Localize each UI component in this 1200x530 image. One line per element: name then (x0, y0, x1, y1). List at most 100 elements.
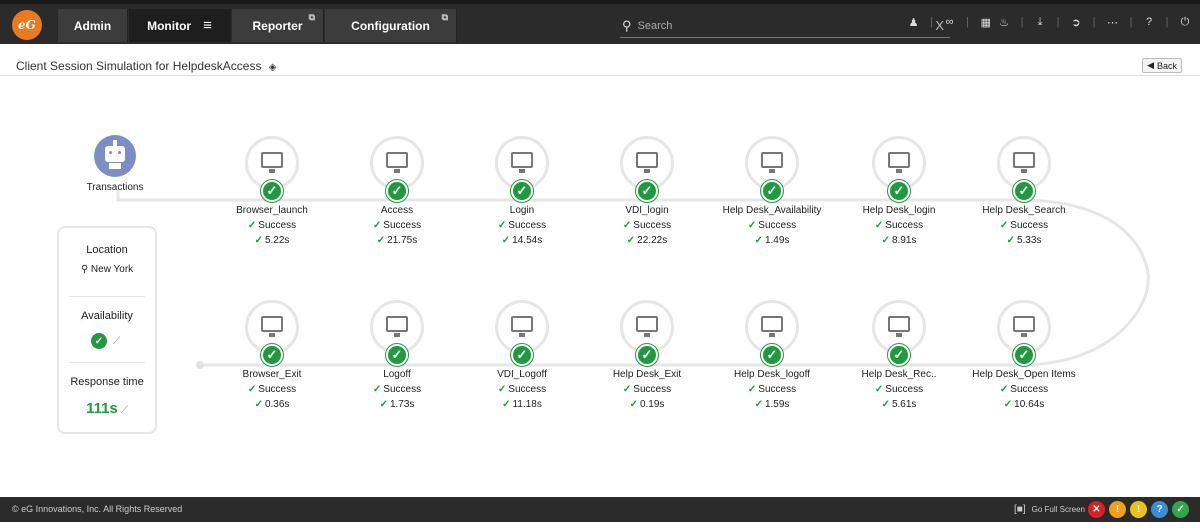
step-status: ✓ Success (747, 384, 797, 395)
step-status: ✓ Success (372, 220, 422, 231)
step-time: ✓ 22.22s (626, 235, 668, 246)
check-icon: ✓ (1003, 399, 1013, 410)
step-time: ✓ 1.59s (754, 399, 790, 410)
success-check-icon: ✓ (636, 344, 658, 366)
map-pin-icon: ⚲ (80, 264, 89, 275)
step-name: Browser_Exit (242, 369, 302, 380)
summary-card: Location ⚲ New York Availability ✓ ⟋ Res… (57, 226, 157, 434)
monitor-icon (636, 316, 658, 337)
step-status: ✓ Success (874, 384, 924, 395)
success-check-icon: ✓ (91, 333, 107, 349)
normal-alert-icon[interactable]: ✓ (1172, 501, 1189, 518)
flow-end-dot (196, 361, 204, 369)
success-check-icon: ✓ (636, 180, 658, 202)
check-icon: ✓ (747, 384, 757, 395)
success-check-icon: ✓ (261, 180, 283, 202)
check-icon: ✓ (874, 220, 884, 231)
alert-indicators: ✕ ! ! ? ✓ (1088, 501, 1189, 518)
step-time: ✓ 0.36s (254, 399, 290, 410)
check-icon: ✓ (379, 399, 388, 410)
check-icon: ✓ (247, 220, 257, 231)
step-time: ✓ 1.73s (379, 399, 415, 410)
check-icon: ✓ (1006, 235, 1015, 246)
step-time: ✓ 5.22s (254, 235, 290, 246)
transactions-label: Transactions (86, 182, 144, 193)
success-check-icon: ✓ (761, 180, 783, 202)
response-time-label: Response time (70, 376, 144, 388)
location-value: ⚲ New York (80, 264, 134, 275)
step-status: ✓ Success (999, 384, 1049, 395)
step-status: ✓ Success (497, 384, 547, 395)
success-check-icon: ✓ (1013, 344, 1035, 366)
check-icon: ✓ (497, 220, 507, 231)
step-name: Login (509, 205, 535, 216)
success-check-icon: ✓ (386, 180, 408, 202)
trend-chart-icon[interactable]: ⟋ (121, 405, 128, 416)
step-name: Help Desk_logoff (734, 369, 810, 380)
step-status: ✓ Success (622, 220, 672, 231)
divider (69, 362, 145, 363)
monitor-icon (511, 152, 533, 173)
check-icon: ✓ (372, 220, 382, 231)
check-icon: ✓ (254, 235, 263, 246)
check-icon: ✓ (754, 235, 763, 246)
success-check-icon: ✓ (511, 344, 533, 366)
success-check-icon: ✓ (761, 344, 783, 366)
footer: © eG Innovations, Inc. All Rights Reserv… (0, 497, 1200, 522)
check-icon: ✓ (629, 399, 638, 410)
monitor-icon (761, 152, 783, 173)
critical-alert-icon[interactable]: ✕ (1088, 501, 1105, 518)
check-icon: ✓ (501, 235, 511, 246)
step-status: ✓ Success (497, 220, 547, 231)
availability-label: Availability (81, 310, 133, 322)
check-icon: ✓ (372, 384, 382, 395)
step-time: ✓ 1.49s (754, 235, 790, 246)
major-alert-icon[interactable]: ! (1109, 501, 1126, 518)
step-name: Help Desk_Search (982, 205, 1066, 216)
response-time-value: 111s ⟋ (86, 400, 128, 417)
check-icon: ✓ (247, 384, 257, 395)
minor-alert-icon[interactable]: ! (1130, 501, 1147, 518)
divider (69, 296, 145, 297)
monitor-icon (511, 316, 533, 337)
success-check-icon: ✓ (511, 180, 533, 202)
step-name: Browser_launch (236, 205, 308, 216)
step-time: ✓ 5.61s (881, 399, 917, 410)
step-name: Logoff (383, 369, 411, 380)
check-icon: ✓ (881, 399, 890, 410)
monitor-icon (261, 152, 283, 173)
trend-chart-icon[interactable]: ⟋ (113, 336, 120, 347)
check-icon: ✓ (754, 399, 763, 410)
check-icon: ✓ (502, 399, 511, 410)
step-name: Help Desk_Availability (722, 205, 822, 216)
monitor-icon (888, 316, 910, 337)
monitor-icon (386, 316, 408, 337)
monitor-icon (1013, 316, 1035, 337)
step-status: ✓ Success (622, 384, 672, 395)
step-name: Help Desk_login (862, 205, 936, 216)
monitor-icon (636, 152, 658, 173)
step-status: ✓ Success (747, 220, 797, 231)
step-time: ✓ 14.54s (501, 235, 543, 246)
step-status: ✓ Success (247, 220, 297, 231)
unknown-alert-icon[interactable]: ? (1151, 501, 1168, 518)
step-time: ✓ 11.18s (502, 399, 542, 410)
availability-value: ✓ ⟋ (91, 333, 120, 349)
step-status: ✓ Success (874, 220, 924, 231)
success-check-icon: ✓ (261, 344, 283, 366)
check-icon: ✓ (254, 399, 263, 410)
go-full-screen-button[interactable]: [■] Go Full Screen (1014, 504, 1085, 515)
step-time: ✓ 21.75s (376, 235, 418, 246)
copyright-text: © eG Innovations, Inc. All Rights Reserv… (12, 504, 183, 514)
check-icon: ✓ (622, 220, 632, 231)
monitor-icon (261, 316, 283, 337)
step-status: ✓ Success (999, 220, 1049, 231)
check-icon: ✓ (874, 384, 884, 395)
step-time: ✓ 8.91s (881, 235, 917, 246)
step-time: ✓ 10.64s (1003, 399, 1045, 410)
check-icon: ✓ (497, 384, 507, 395)
step-name: VDI_Logoff (497, 369, 547, 380)
monitor-icon (888, 152, 910, 173)
step-status: ✓ Success (247, 384, 297, 395)
step-time: ✓ 5.33s (1006, 235, 1042, 246)
